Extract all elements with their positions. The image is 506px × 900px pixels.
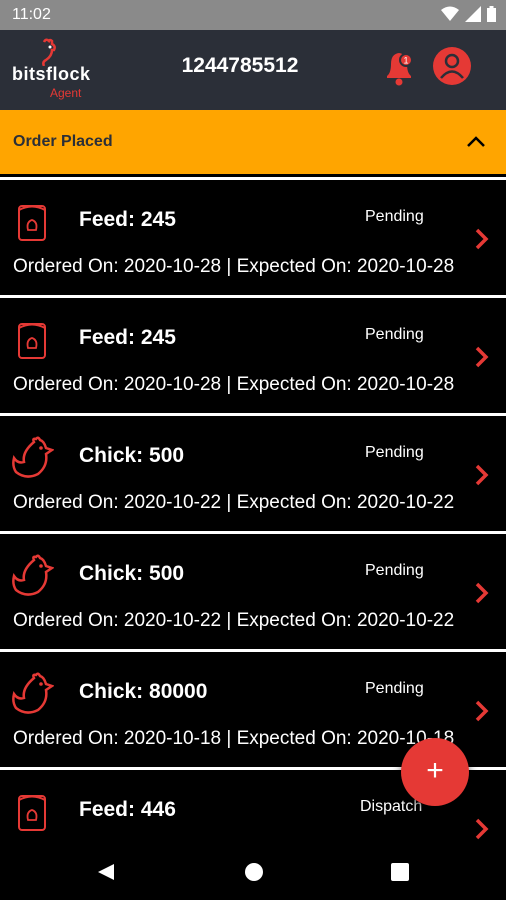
- app-logo: bitsflock Agent: [12, 38, 92, 102]
- order-title: Feed: 245: [79, 326, 176, 349]
- order-status: Pending: [365, 680, 424, 697]
- feed-bag-icon: [18, 205, 46, 241]
- agent-phone-number: 1244785512: [181, 54, 299, 77]
- chick-icon: [12, 554, 54, 596]
- chevron-right-icon[interactable]: [472, 462, 492, 488]
- logo-subtext: Agent: [50, 86, 82, 100]
- feed-bag-icon: [18, 795, 46, 831]
- app-bar: bitsflock Agent 1244785512 1: [0, 30, 506, 110]
- back-icon[interactable]: [96, 862, 116, 882]
- order-placed-section-header[interactable]: Order Placed: [0, 110, 506, 174]
- chick-icon: [12, 672, 54, 714]
- status-time: 11:02: [12, 6, 51, 23]
- order-dates: Ordered On: 2020-10-28 | Expected On: 20…: [13, 256, 455, 277]
- order-title: Feed: 446: [79, 798, 176, 821]
- order-dates: Ordered On: 2020-10-18 | Expected On: 20…: [13, 728, 455, 749]
- feed-bag-icon: [18, 323, 46, 359]
- order-title: Chick: 500: [79, 444, 185, 467]
- order-status: Pending: [365, 326, 424, 343]
- svg-text:1: 1: [403, 56, 408, 66]
- order-row[interactable]: Chick: 500 Pending Ordered On: 2020-10-2…: [0, 531, 506, 647]
- order-row[interactable]: Chick: 500 Pending Ordered On: 2020-10-2…: [0, 413, 506, 529]
- status-bar: 11:02: [0, 0, 506, 30]
- order-row[interactable]: Feed: 245 Pending Ordered On: 2020-10-28…: [0, 295, 506, 411]
- order-status: Dispatch: [360, 798, 423, 815]
- chevron-up-icon[interactable]: [462, 128, 490, 156]
- chevron-right-icon[interactable]: [472, 580, 492, 606]
- order-dates: Ordered On: 2020-10-28 | Expected On: 20…: [13, 374, 455, 395]
- add-order-button[interactable]: +: [401, 738, 469, 806]
- chevron-right-icon[interactable]: [472, 344, 492, 370]
- section-title: Order Placed: [13, 133, 113, 150]
- notification-bell-icon[interactable]: 1: [381, 48, 417, 88]
- status-icons: [441, 6, 496, 22]
- order-status: Pending: [365, 208, 424, 225]
- order-status: Pending: [365, 562, 424, 579]
- home-icon[interactable]: [244, 862, 264, 882]
- chevron-right-icon[interactable]: [472, 816, 492, 842]
- chevron-right-icon[interactable]: [472, 226, 492, 252]
- order-title: Chick: 500: [79, 562, 185, 585]
- system-nav-bar: [0, 840, 506, 900]
- battery-icon: [487, 6, 496, 22]
- order-dates: Ordered On: 2020-10-22 | Expected On: 20…: [13, 492, 455, 513]
- chevron-right-icon[interactable]: [472, 698, 492, 724]
- recent-apps-icon[interactable]: [390, 862, 410, 882]
- order-title: Feed: 245: [79, 208, 176, 231]
- order-status: Pending: [365, 444, 424, 461]
- chick-icon: [12, 436, 54, 478]
- order-row[interactable]: Feed: 245 Pending Ordered On: 2020-10-28…: [0, 177, 506, 293]
- signal-icon: [465, 6, 481, 22]
- logo-text: bitsflock: [12, 64, 91, 84]
- wifi-icon: [441, 6, 459, 21]
- order-dates: Ordered On: 2020-10-22 | Expected On: 20…: [13, 610, 455, 631]
- rooster-logo-icon: [42, 38, 56, 66]
- profile-icon[interactable]: [432, 46, 472, 86]
- order-title: Chick: 80000: [79, 680, 208, 703]
